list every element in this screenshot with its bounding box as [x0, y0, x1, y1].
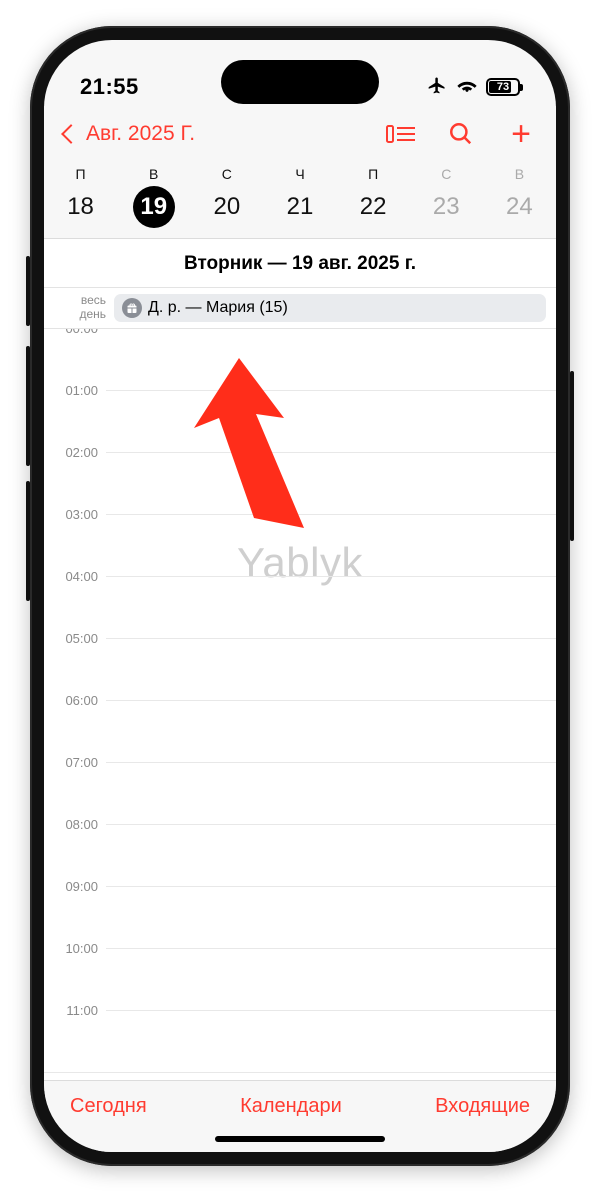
hour-label: 10:00	[44, 941, 106, 956]
hour-label: 09:00	[44, 879, 106, 894]
week-header: П В С Ч П С В 18 19 20 21 22 23 24	[44, 162, 556, 239]
home-indicator[interactable]	[215, 1136, 385, 1142]
plus-icon: +	[511, 117, 531, 151]
chevron-left-icon	[61, 124, 81, 144]
status-time: 21:55	[80, 74, 139, 100]
search-button[interactable]	[446, 119, 476, 149]
phone-frame: 21:55 73 Авг. 2025 Г.	[30, 26, 570, 1166]
daynum-row: 18 19 20 21 22 23 24	[44, 182, 556, 228]
day-23[interactable]: 23	[425, 186, 467, 228]
hour-label: 08:00	[44, 817, 106, 832]
dow-label: В	[483, 166, 556, 182]
navbar: Авг. 2025 Г. +	[44, 106, 556, 162]
allday-label: весьдень	[44, 294, 114, 320]
hour-label: 07:00	[44, 755, 106, 770]
dow-label: Ч	[263, 166, 336, 182]
hour-label: 03:00	[44, 507, 106, 522]
hour-label: 06:00	[44, 693, 106, 708]
allday-event-title: Д. р. — Мария (15)	[148, 299, 288, 317]
add-event-button[interactable]: +	[506, 119, 536, 149]
dow-label: П	[337, 166, 410, 182]
dow-label: В	[117, 166, 190, 182]
day-24[interactable]: 24	[498, 186, 540, 228]
hour-label: 11:00	[44, 1003, 106, 1018]
status-icons: 73	[426, 75, 520, 100]
today-button[interactable]: Сегодня	[70, 1095, 147, 1118]
dow-label: С	[190, 166, 263, 182]
dow-row: П В С Ч П С В	[44, 166, 556, 182]
back-label: Авг. 2025 Г.	[86, 122, 195, 146]
inbox-button[interactable]: Входящие	[435, 1095, 530, 1118]
battery-level: 73	[497, 81, 509, 93]
dynamic-island	[221, 60, 379, 104]
dow-label: П	[44, 166, 117, 182]
day-22[interactable]: 22	[352, 186, 394, 228]
day-19[interactable]: 19	[133, 186, 175, 228]
dow-label: С	[410, 166, 483, 182]
hour-label: 02:00	[44, 445, 106, 460]
airplane-icon	[426, 75, 448, 100]
day-title: Вторник — 19 авг. 2025 г.	[44, 239, 556, 288]
hour-label: 00:00	[44, 329, 106, 336]
screen: 21:55 73 Авг. 2025 Г.	[44, 40, 556, 1152]
hour-label: 05:00	[44, 631, 106, 646]
gift-icon	[122, 298, 142, 318]
allday-event[interactable]: Д. р. — Мария (15)	[114, 294, 546, 322]
wifi-icon	[456, 76, 478, 99]
allday-row: весьдень Д. р. — Мария (15)	[44, 288, 556, 329]
list-view-button[interactable]	[386, 119, 416, 149]
battery-icon: 73	[486, 78, 520, 96]
back-button[interactable]: Авг. 2025 Г.	[64, 122, 195, 146]
hour-label: 01:00	[44, 383, 106, 398]
calendars-button[interactable]: Календари	[240, 1095, 342, 1118]
day-20[interactable]: 20	[206, 186, 248, 228]
hour-label: 04:00	[44, 569, 106, 584]
day-21[interactable]: 21	[279, 186, 321, 228]
timeline[interactable]: Yablyk 00:00 01:00 02:00 03:00 04:00 05:…	[44, 329, 556, 1080]
day-18[interactable]: 18	[60, 186, 102, 228]
